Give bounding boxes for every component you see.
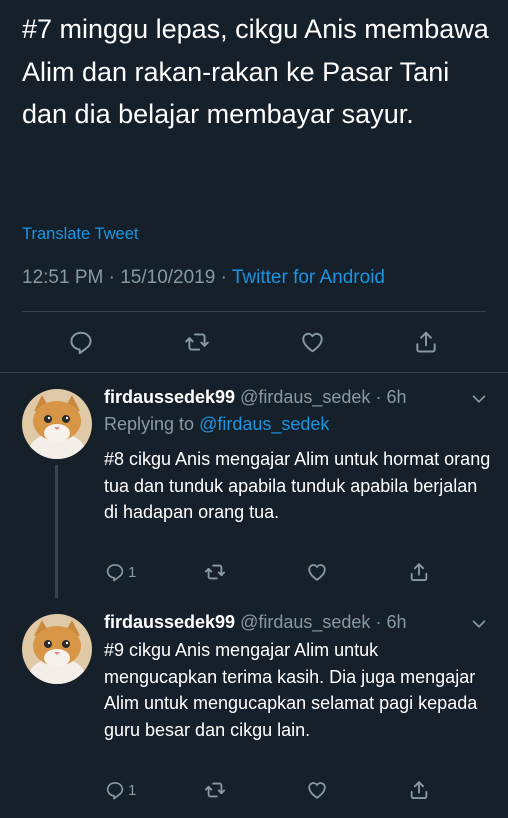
avatar[interactable] [22,614,92,684]
translate-tweet-link[interactable]: Translate Tweet [22,225,138,244]
reply-header: firdaussedek99 @firdaus_sedek · 6h [104,387,406,408]
thread-line [55,465,58,598]
divider [22,311,486,312]
reply-button[interactable] [65,326,97,358]
like-button[interactable] [306,559,328,585]
replying-to: Replying to @firdaus_sedek [104,414,329,435]
reply-text: #8 cikgu Anis mengajar Alim untuk hormat… [104,449,491,522]
heart-icon [308,782,326,799]
user-handle: @firdaus_sedek [240,612,371,632]
reply-icon [106,564,124,582]
reply-count: 1 [128,781,137,799]
share-button[interactable] [408,777,430,803]
tweet-time: 12:51 PM [22,267,104,288]
tweet-action-bar [0,326,508,358]
reply-text: #9 cikgu Anis mengajar Alim untuk menguc… [104,640,478,740]
share-button[interactable] [410,326,442,358]
user-handle: @firdaus_sedek [240,387,371,407]
meta-separator: · [220,267,227,288]
tweet-age: · 6h [375,612,407,632]
reply-button[interactable]: 1 [105,777,136,803]
share-icon [410,781,428,799]
tweet-meta: 12:51 PM · 15/10/2019 · Twitter for Andr… [22,267,385,289]
cat-avatar-image [22,389,92,459]
share-button[interactable] [408,559,430,585]
replying-label: Replying to [104,414,195,434]
display-name[interactable]: firdaussedek99 [104,612,235,632]
reply-tweet[interactable]: firdaussedek99 @firdaus_sedek · 6h #9 ci… [0,598,508,818]
retweet-icon [185,333,209,351]
tweet-text: #7 minggu lepas, cikgu Anis membawa Alim… [22,14,489,129]
display-name[interactable]: firdaussedek99 [104,387,235,407]
replying-mention[interactable]: @firdaus_sedek [199,414,329,434]
share-icon [416,331,436,353]
like-button[interactable] [296,326,328,358]
reply-count: 1 [128,563,137,581]
more-options-button[interactable] [468,613,490,635]
avatar[interactable] [22,389,92,459]
heart-icon [301,332,323,353]
retweet-icon [204,782,226,798]
tweet-source-link[interactable]: Twitter for Android [232,267,385,288]
like-button[interactable] [306,777,328,803]
reply-header: firdaussedek99 @firdaus_sedek · 6h [104,612,406,633]
chevron-down-icon [472,395,486,403]
tweet-date: 15/10/2019 [120,267,216,288]
retweet-icon [204,564,226,580]
share-icon [410,563,428,581]
reply-icon [70,331,92,355]
meta-separator: · [108,267,115,288]
chevron-down-icon [472,620,486,628]
reply-button[interactable]: 1 [105,559,136,585]
retweet-button[interactable] [181,326,213,358]
retweet-button[interactable] [203,559,227,585]
reply-tweet[interactable]: firdaussedek99 @firdaus_sedek · 6h Reply… [0,373,508,598]
retweet-button[interactable] [203,777,227,803]
more-options-button[interactable] [468,388,490,410]
reply-icon [106,782,124,800]
heart-icon [308,564,326,581]
tweet-age: · 6h [375,387,407,407]
cat-avatar-image [22,614,92,684]
